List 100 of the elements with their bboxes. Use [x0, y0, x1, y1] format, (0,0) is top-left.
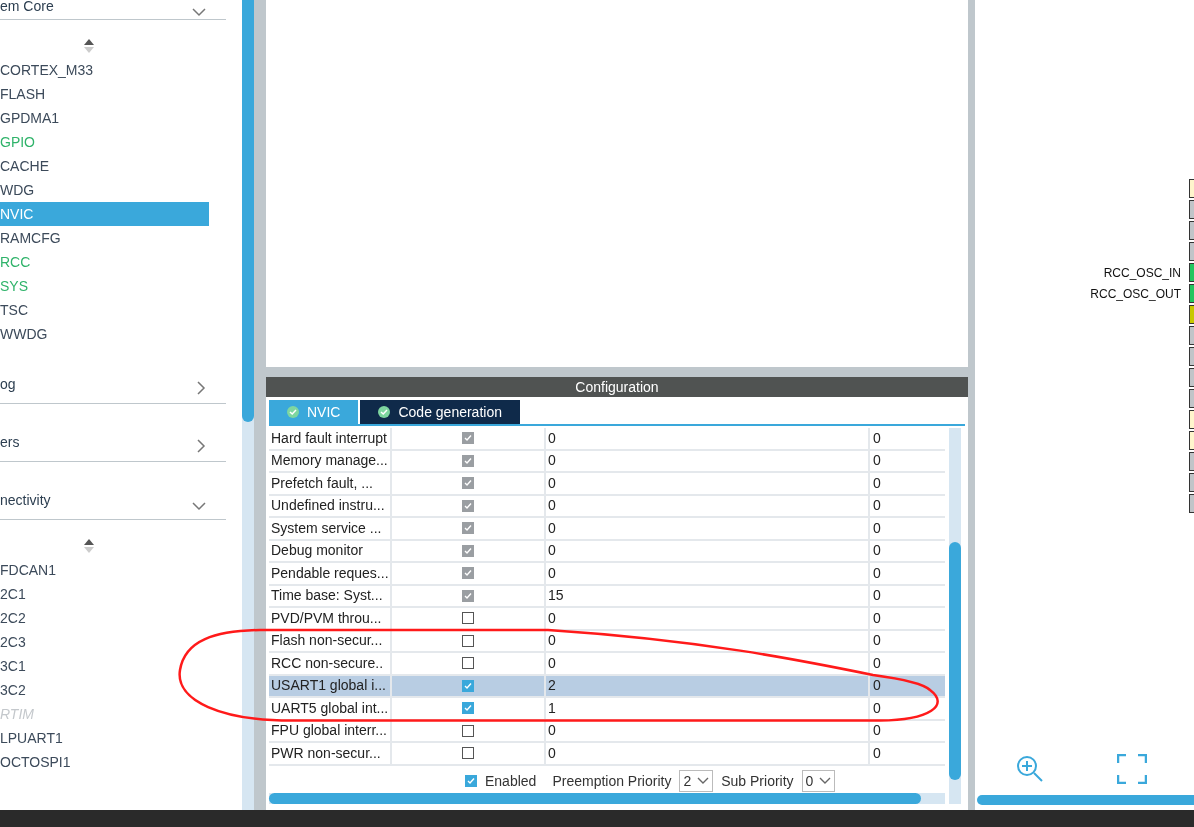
- table-cell: 0: [546, 608, 870, 629]
- chevron-down-icon: [192, 8, 206, 17]
- pin[interactable]: [1189, 221, 1194, 240]
- scrollbar-track[interactable]: [242, 0, 254, 810]
- chevron-down-icon: [697, 777, 710, 785]
- table-cell: PVD/PVM throu...: [269, 608, 392, 629]
- table-cell-text: 0: [872, 541, 882, 561]
- pin[interactable]: [1189, 389, 1194, 408]
- pin[interactable]: [1189, 431, 1194, 450]
- pin[interactable]: [1189, 494, 1194, 513]
- table-cell-text: 0: [872, 743, 882, 763]
- peripheral-item[interactable]: CORTEX_M33: [0, 58, 209, 82]
- table-row[interactable]: PVD/PVM throu... 0 0: [269, 608, 945, 631]
- preemption-label: Preemption Priority: [552, 771, 672, 791]
- zoom-in-icon[interactable]: [1015, 754, 1045, 784]
- pin[interactable]: [1189, 179, 1194, 198]
- table-cell: FPU global interr...: [269, 720, 392, 741]
- category-header[interactable]: nectivity: [0, 462, 226, 520]
- table-cell-text: 0: [872, 631, 882, 651]
- peripheral-item[interactable]: WWDG: [0, 322, 209, 346]
- pin-label: RCC_OSC_OUT: [1090, 285, 1181, 303]
- table-cell: System service ...: [269, 518, 392, 539]
- horizontal-scrollbar[interactable]: [977, 795, 1194, 805]
- sub-priority-label: Sub Priority: [721, 771, 794, 791]
- peripheral-item[interactable]: RAMCFG: [0, 226, 209, 250]
- peripheral-item[interactable]: CACHE: [0, 154, 209, 178]
- table-row[interactable]: UART5 global int... 1 0: [269, 698, 945, 721]
- table-cell-text: 0: [872, 698, 882, 718]
- table-cell: Debug monitor: [269, 540, 392, 561]
- pin[interactable]: [1189, 305, 1194, 324]
- sub-priority-select[interactable]: 0: [801, 770, 836, 792]
- table-cell: Pendable reques...: [269, 563, 392, 584]
- checkbox[interactable]: [462, 679, 474, 692]
- peripheral-item[interactable]: FDCAN1: [0, 558, 209, 582]
- vertical-scrollbar[interactable]: [949, 428, 961, 804]
- chevron-right-icon: [197, 381, 206, 395]
- peripheral-item[interactable]: WDG: [0, 178, 209, 202]
- peripheral-item[interactable]: 2C3: [0, 630, 209, 654]
- peripheral-item[interactable]: 3C2: [0, 678, 209, 702]
- pin[interactable]: [1189, 263, 1194, 282]
- peripheral-item[interactable]: LPUART1: [0, 726, 209, 750]
- table-cell: PWR non-secur...: [269, 743, 392, 764]
- pin[interactable]: [1189, 326, 1194, 345]
- table-cell-text: 0: [872, 496, 882, 516]
- tab[interactable]: Code generation: [360, 400, 520, 424]
- table-cell: 0: [546, 563, 870, 584]
- peripheral-item[interactable]: 2C2: [0, 606, 209, 630]
- category-header[interactable]: og: [0, 346, 226, 404]
- fit-screen-icon[interactable]: [1117, 754, 1147, 784]
- panel-title: Configuration: [266, 377, 968, 397]
- pin[interactable]: [1189, 452, 1194, 471]
- pin[interactable]: [1189, 368, 1194, 387]
- sort-arrows-icon[interactable]: [83, 38, 95, 54]
- pin[interactable]: [1189, 200, 1194, 219]
- table-cell: UART5 global int...: [269, 698, 392, 719]
- table-cell: 0: [546, 473, 870, 494]
- peripheral-item[interactable]: GPDMA1: [0, 106, 209, 130]
- table-cell-text: 0: [872, 563, 882, 583]
- table-cell: Undefined instru...: [269, 495, 392, 516]
- category-header[interactable]: ers: [0, 404, 226, 462]
- peripheral-item[interactable]: 3C1: [0, 654, 209, 678]
- table-cell-text: 0: [872, 676, 882, 696]
- table-cell: 15: [546, 585, 870, 606]
- checkbox[interactable]: [462, 612, 474, 625]
- chevron-right-icon: [197, 439, 206, 453]
- table-row[interactable]: RCC non-secure.. 0 0: [269, 653, 945, 676]
- table-cell-text: 0: [872, 653, 882, 673]
- pin[interactable]: [1189, 242, 1194, 261]
- scrollbar-thumb[interactable]: [242, 0, 254, 422]
- checkbox[interactable]: [462, 724, 474, 737]
- table-row[interactable]: FPU global interr... 0 0: [269, 720, 945, 743]
- peripheral-item[interactable]: OCTOSPI1: [0, 750, 209, 774]
- table-cell: 0: [546, 450, 870, 471]
- table-row[interactable]: USART1 global i... 2 0: [269, 675, 945, 698]
- category-header[interactable]: em Core: [0, 0, 226, 20]
- checkbox[interactable]: [465, 775, 477, 787]
- table-cell-text: 0: [872, 428, 882, 448]
- table-cell-text: 0: [872, 473, 882, 493]
- table-cell: Hard fault interrupt: [269, 428, 392, 449]
- pin[interactable]: [1189, 284, 1194, 303]
- pin[interactable]: [1189, 347, 1194, 366]
- table-cell: 0: [546, 518, 870, 539]
- table-cell-text: 0: [872, 518, 882, 538]
- table-cell-text: 0: [872, 451, 882, 471]
- peripheral-item[interactable]: 2C1: [0, 582, 209, 606]
- sort-arrows-icon[interactable]: [83, 538, 95, 554]
- pin[interactable]: [1189, 473, 1194, 492]
- table-cell: 0: [546, 540, 870, 561]
- peripheral-item[interactable]: TSC: [0, 298, 209, 322]
- peripheral-item[interactable]: FLASH: [0, 82, 209, 106]
- preemption-select[interactable]: 2: [679, 770, 714, 792]
- chevron-down-icon: [819, 777, 832, 785]
- checkbox[interactable]: [462, 702, 474, 715]
- checkbox[interactable]: [462, 747, 474, 760]
- pin[interactable]: [1189, 410, 1194, 429]
- checkbox[interactable]: [462, 634, 474, 647]
- horizontal-scrollbar[interactable]: [269, 793, 945, 804]
- table-row[interactable]: PWR non-secur... 0 0: [269, 743, 945, 766]
- checkbox[interactable]: [462, 657, 474, 670]
- table-cell: 0: [546, 495, 870, 516]
